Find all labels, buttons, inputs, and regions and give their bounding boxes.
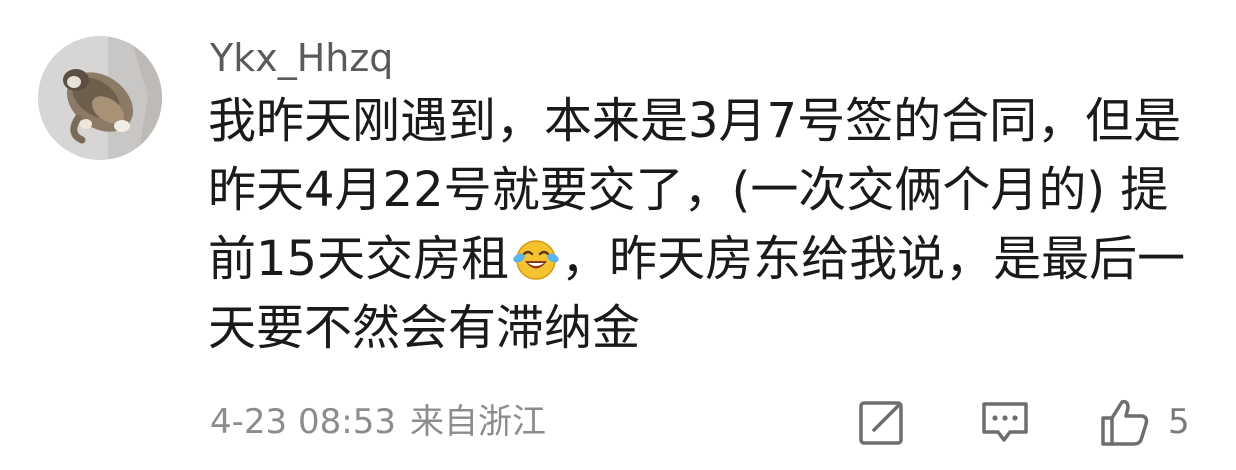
like-count: 5 [1168, 402, 1190, 442]
comment-text-segment: 前15天交房租 [208, 231, 510, 287]
avatar[interactable] [38, 36, 162, 160]
comment-text-segment: ，昨天房东给我说，是最后一 [561, 231, 1186, 287]
comment-text: 我昨天刚遇到，本来是3月7号签的合同，但是 昨天4月22号就要交了，(一次交俩个… [208, 87, 1208, 363]
comment-text-line: 天要不然会有滞纳金 [208, 300, 641, 356]
comment-meta: 4-23 08:53 来自浙江 [210, 398, 546, 446]
comment-text-line: 昨天4月22号就要交了，(一次交俩个月的) 提 [208, 162, 1169, 218]
comment-item: Ykx_Hhzq 我昨天刚遇到，本来是3月7号签的合同，但是 昨天4月22号就要… [0, 0, 1236, 470]
comment-text-line: 前15天交房租 ，昨天房东给我说，是最后一 [208, 225, 1208, 294]
edit-icon [859, 401, 903, 445]
reply-button[interactable] [978, 396, 1032, 448]
username[interactable]: Ykx_Hhzq [210, 32, 393, 84]
thumbs-up-icon [1101, 399, 1149, 446]
laughing-tears-emoji-icon [513, 232, 559, 280]
edit-button[interactable] [856, 396, 908, 448]
cat-avatar-image [38, 36, 162, 160]
timestamp: 4-23 08:53 [210, 402, 396, 442]
location: 来自浙江 [409, 402, 546, 442]
comment-text-line: 我昨天刚遇到，本来是3月7号签的合同，但是 [208, 93, 1182, 149]
comment-icon [982, 402, 1028, 442]
like-button[interactable]: 5 [1098, 396, 1190, 448]
